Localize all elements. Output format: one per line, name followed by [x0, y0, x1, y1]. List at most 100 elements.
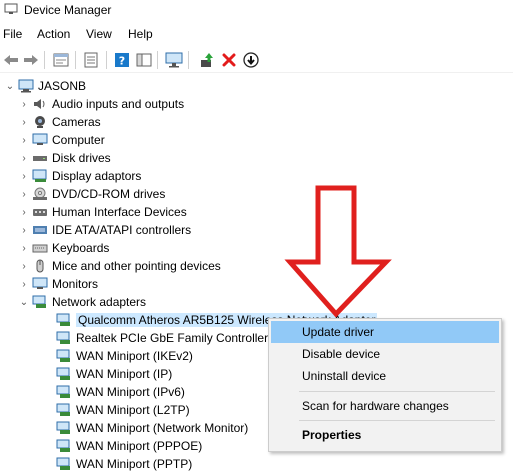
network-adapter-icon: [56, 367, 72, 381]
uninstall-icon[interactable]: [220, 51, 238, 69]
tree-item-computer[interactable]: › Computer: [18, 131, 105, 149]
tree-item-cameras[interactable]: › Cameras: [18, 113, 101, 131]
network-child-wan-l2tp[interactable]: WAN Miniport (L2TP): [54, 401, 190, 419]
network-child-realtek[interactable]: Realtek PCIe GbE Family Controller: [54, 329, 268, 347]
network-child-wan-netmon[interactable]: WAN Miniport (Network Monitor): [54, 419, 248, 437]
monitor-icon: [32, 277, 48, 291]
tree-item-ide[interactable]: › IDE ATA/ATAPI controllers: [18, 221, 191, 239]
tree-item-label: WAN Miniport (IP): [76, 367, 173, 381]
chevron-right-icon[interactable]: ›: [18, 257, 30, 275]
tree-item-label: Keyboards: [52, 241, 110, 255]
chevron-right-icon[interactable]: ›: [18, 113, 30, 131]
ide-controller-icon: [32, 223, 48, 237]
forward-icon[interactable]: [22, 51, 40, 69]
network-adapter-icon: [32, 295, 48, 309]
monitor-scan-icon[interactable]: [165, 51, 183, 69]
network-child-wan-pptp[interactable]: WAN Miniport (PPTP): [54, 455, 192, 473]
menu-help[interactable]: Help: [128, 27, 153, 41]
chevron-right-icon[interactable]: ›: [18, 167, 30, 185]
speaker-icon: [32, 97, 48, 111]
context-menu: Update driver Disable device Uninstall d…: [268, 318, 502, 452]
keyboard-icon: [32, 241, 48, 255]
help-icon[interactable]: ?: [113, 51, 131, 69]
camera-icon: [32, 115, 48, 129]
tree-item-label: DVD/CD-ROM drives: [52, 187, 166, 201]
network-adapter-icon: [56, 349, 72, 363]
monitor-icon: [32, 133, 48, 147]
back-icon[interactable]: [2, 51, 20, 69]
tree-item-label: Disk drives: [52, 151, 111, 165]
tree-item-monitors[interactable]: › Monitors: [18, 275, 98, 293]
tree-item-label: WAN Miniport (L2TP): [76, 403, 190, 417]
properties-sheet-icon[interactable]: [52, 51, 70, 69]
tree-root[interactable]: ⌄ JASONB: [4, 77, 86, 95]
menu-item-label: Uninstall device: [302, 369, 387, 383]
tree-item-keyboards[interactable]: › Keyboards: [18, 239, 109, 257]
network-adapter-icon: [56, 385, 72, 399]
list-icon[interactable]: [82, 51, 100, 69]
network-child-wan-pppoe[interactable]: WAN Miniport (PPPOE): [54, 437, 202, 455]
menu-file[interactable]: File: [3, 27, 22, 41]
toolbar-separator: [44, 51, 45, 69]
network-child-wan-ikev2[interactable]: WAN Miniport (IKEv2): [54, 347, 193, 365]
update-driver-icon[interactable]: [198, 51, 216, 69]
menu-item-label: Update driver: [302, 325, 375, 339]
tree-item-label: Mice and other pointing devices: [52, 259, 221, 273]
chevron-down-icon[interactable]: ⌄: [4, 77, 16, 95]
toolbar-separator: [188, 51, 189, 69]
chevron-right-icon[interactable]: ›: [18, 203, 30, 221]
tree-item-dvd[interactable]: › DVD/CD-ROM drives: [18, 185, 165, 203]
chevron-down-icon[interactable]: ⌄: [18, 293, 30, 311]
menu-item-disable-device[interactable]: Disable device: [271, 343, 499, 365]
network-adapter-icon: [56, 403, 72, 417]
device-manager-icon: [4, 3, 18, 14]
title-bar: Device Manager: [0, 0, 513, 22]
tree-item-label: WAN Miniport (Network Monitor): [76, 421, 249, 435]
tree-item-label: Display adaptors: [52, 169, 142, 183]
chevron-right-icon[interactable]: ›: [18, 221, 30, 239]
tree-item-label: Network adapters: [52, 295, 147, 309]
hid-icon: [32, 205, 48, 219]
tree-item-label: Realtek PCIe GbE Family Controller: [76, 331, 269, 345]
toolbar-separator: [157, 51, 158, 69]
tree-item-label: WAN Miniport (PPTP): [76, 457, 193, 471]
tree-item-disk-drives[interactable]: › Disk drives: [18, 149, 111, 167]
tree-item-label: Computer: [52, 133, 105, 147]
menu-item-update-driver[interactable]: Update driver: [271, 321, 499, 343]
toolbar-separator: [106, 51, 107, 69]
tree-item-label: Human Interface Devices: [52, 205, 187, 219]
network-child-wan-ip[interactable]: WAN Miniport (IP): [54, 365, 172, 383]
menu-separator: [299, 391, 495, 392]
chevron-right-icon[interactable]: ›: [18, 95, 30, 113]
menu-view[interactable]: View: [86, 27, 112, 41]
tree-item-network-adapters[interactable]: ⌄ Network adapters: [18, 293, 146, 311]
network-adapter-icon: [56, 331, 72, 345]
tree-item-label: Cameras: [52, 115, 101, 129]
panel-icon[interactable]: [135, 51, 153, 69]
chevron-right-icon[interactable]: ›: [18, 239, 30, 257]
disable-icon[interactable]: [242, 51, 260, 69]
tree-item-mice[interactable]: › Mice and other pointing devices: [18, 257, 221, 275]
chevron-right-icon[interactable]: ›: [18, 275, 30, 293]
tree-root-label: JASONB: [38, 79, 87, 93]
chevron-right-icon[interactable]: ›: [18, 185, 30, 203]
chevron-right-icon[interactable]: ›: [18, 149, 30, 167]
menu-item-uninstall-device[interactable]: Uninstall device: [271, 365, 499, 387]
menu-item-scan-hardware[interactable]: Scan for hardware changes: [271, 395, 499, 417]
chevron-right-icon[interactable]: ›: [18, 131, 30, 149]
menu-bar: File Action View Help: [0, 24, 513, 44]
tree-item-audio[interactable]: › Audio inputs and outputs: [18, 95, 184, 113]
tree-item-label: Audio inputs and outputs: [52, 97, 185, 111]
menu-action[interactable]: Action: [37, 27, 70, 41]
network-child-wan-ipv6[interactable]: WAN Miniport (IPv6): [54, 383, 185, 401]
menu-separator: [299, 420, 495, 421]
network-adapter-icon: [56, 313, 72, 327]
tree-item-hid[interactable]: › Human Interface Devices: [18, 203, 187, 221]
tree-item-label: WAN Miniport (IPv6): [76, 385, 185, 399]
tree-item-label: WAN Miniport (PPPOE): [76, 439, 203, 453]
tree-item-display[interactable]: › Display adaptors: [18, 167, 141, 185]
network-adapter-icon: [56, 439, 72, 453]
menu-item-properties[interactable]: Properties: [271, 424, 499, 446]
computer-icon: [18, 79, 34, 93]
svg-text:?: ?: [119, 55, 125, 68]
